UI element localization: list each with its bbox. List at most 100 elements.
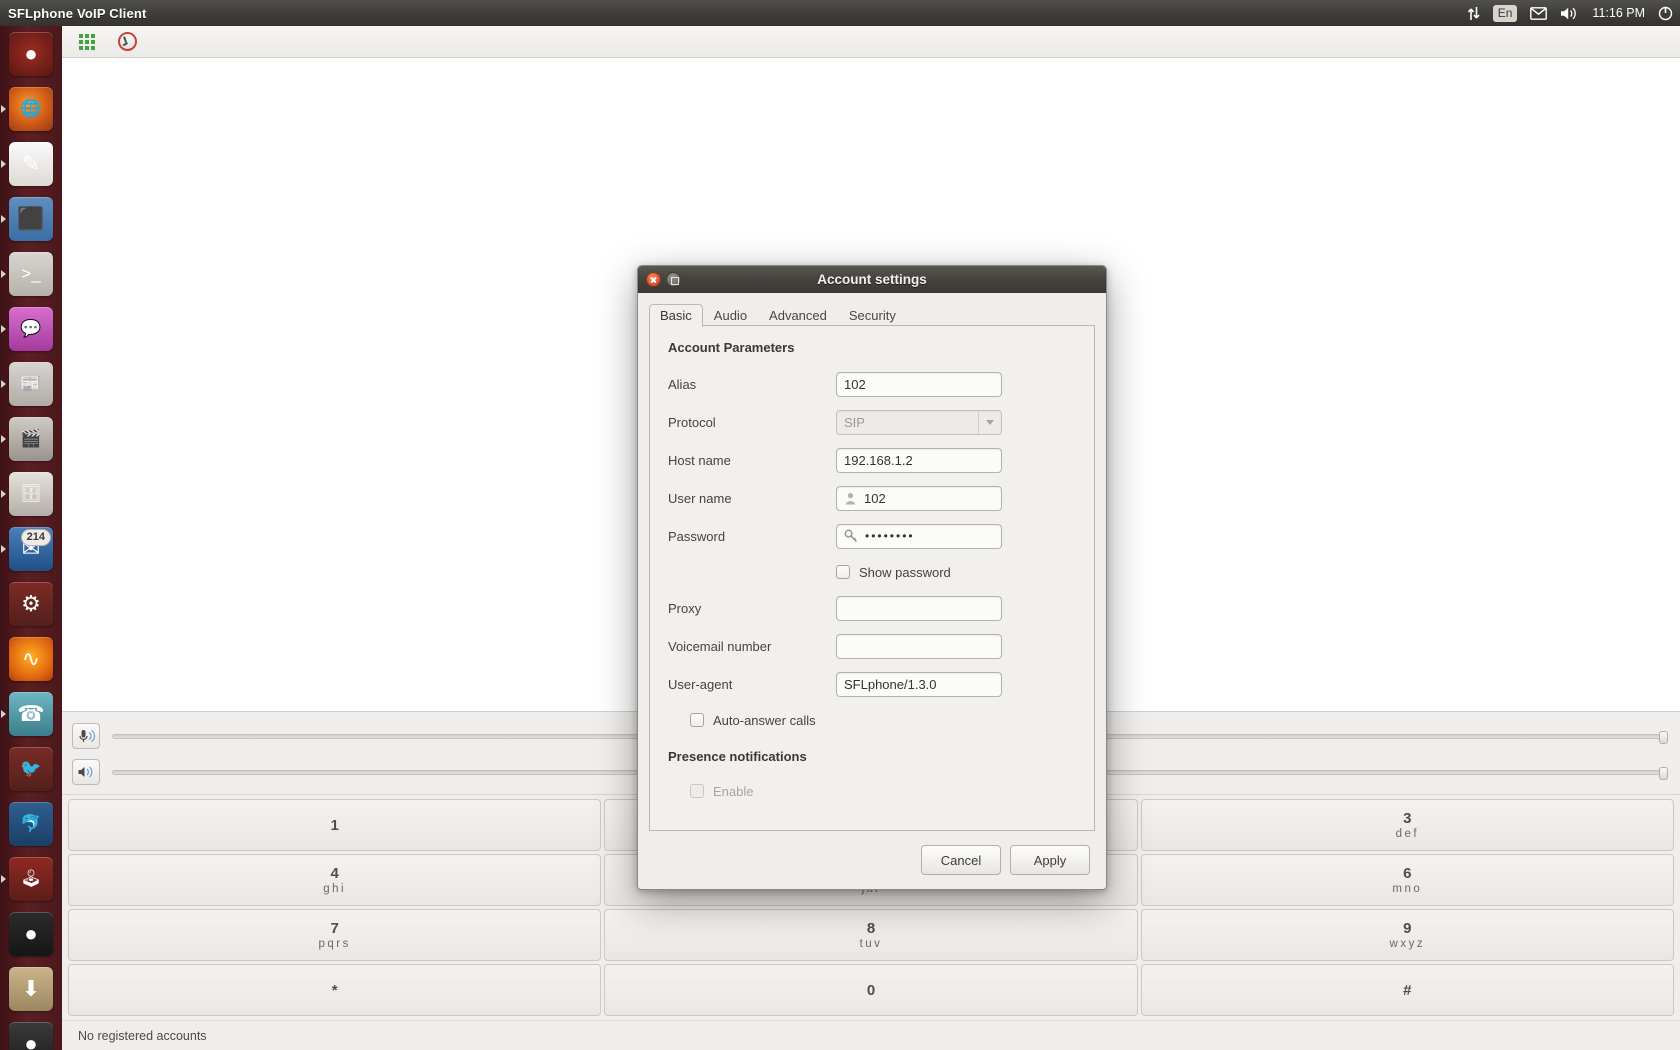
auto-answer-label: Auto-answer calls [713,712,816,728]
file-manager-icon: 🗄 [9,471,53,516]
dialpad-key-1[interactable]: 1 [68,799,602,851]
dialpad-key-9[interactable]: 9 wxyz [1140,909,1674,961]
launcher-item-ubuntu-dash[interactable]: ● [0,26,62,81]
tab-security[interactable]: Security [838,304,907,327]
show-password-checkbox[interactable] [836,565,850,579]
field-value: SIP [844,414,865,430]
field-input-voicemail-number[interactable] [836,633,1002,659]
volume-icon[interactable] [1560,6,1579,21]
close-icon[interactable] [646,272,661,287]
apply-button[interactable]: Apply [1010,845,1090,875]
field-input-alias[interactable]: 102 [836,371,1002,397]
dialpad-key-star[interactable]: * [68,964,602,1016]
field-label: User-agent [668,676,733,692]
icon-glyph: ∿ [21,645,41,671]
launcher-item-pan-newsreader[interactable]: 📰 [0,356,62,411]
launcher-item-system-settings[interactable]: ⚙ [0,576,62,631]
speaker-icon[interactable] [72,759,100,785]
dropdown-separator [978,410,979,434]
launcher-item-bird-app[interactable]: 🐦 [0,741,62,796]
dialpad-key-hash[interactable]: # [1140,964,1674,1016]
maximize-icon[interactable] [666,272,681,287]
key-digit: 9 [1403,920,1412,937]
auto-answer-checkbox[interactable] [690,713,704,727]
icon-glyph: ⬛ [17,205,45,231]
cancel-button[interactable]: Cancel [921,845,1001,875]
launcher-item-sflphone[interactable]: ☎ [0,686,62,741]
launcher-item-virtualbox[interactable]: ⬛ [0,191,62,246]
field-input-host-name[interactable]: 192.168.1.2 [836,447,1002,473]
dialpad-key-0[interactable]: 0 [604,964,1138,1016]
launcher-item-pidgin[interactable]: 💬 [0,301,62,356]
show-password-row[interactable]: Show password [668,555,1076,589]
field-row-alias: Alias 102 [668,365,1076,403]
key-letters: def [1395,828,1420,840]
keyboard-layout-indicator[interactable]: En [1492,4,1518,22]
icon-glyph: 🌐 [20,99,42,118]
section-title-account-parameters: Account Parameters [668,340,795,355]
unity-launcher: ●🌐✎⬛>_💬📰🎬🗄✉214⚙∿☎🐦🐬🕹●⬇●▼ [0,26,62,1050]
launcher-item-stacked-app-2[interactable]: ⬇ [0,961,62,1016]
launcher-item-mysql-workbench[interactable]: 🐬 [0,796,62,851]
firefox-icon: 🌐 [9,86,53,131]
field-row-voicemail-number: Voicemail number [668,627,1076,665]
history-clock-icon[interactable] [114,29,140,55]
dialpad-key-3[interactable]: 3 def [1140,799,1674,851]
launcher-item-stacked-app-1[interactable]: ● [0,906,62,961]
icon-glyph: 🐦 [20,759,42,778]
field-label: Voicemail number [668,638,772,654]
joystick-app-icon: 🕹 [9,856,53,901]
field-input-user-agent[interactable]: SFLphone/1.3.0 [836,671,1002,697]
field-input-protocol: SIP [836,409,1002,435]
tab-basic[interactable]: Basic [649,304,703,327]
status-bar: No registered accounts [62,1020,1680,1050]
launcher-item-firefox[interactable]: 🌐 [0,81,62,136]
clock[interactable]: 11:16 PM [1592,6,1645,20]
launcher-item-video-editor[interactable]: 🎬 [0,411,62,466]
field-input-proxy[interactable] [836,595,1002,621]
mail-icon[interactable] [1530,6,1548,20]
keypad-icon[interactable] [74,29,100,55]
launcher-item-audio-tool[interactable]: ∿ [0,631,62,686]
field-input-password[interactable]: •••••••• [836,523,1002,549]
dialpad-key-7[interactable]: 7 pqrs [68,909,602,961]
tab-audio[interactable]: Audio [703,304,758,327]
sflphone-icon: ☎ [9,691,53,736]
power-icon[interactable] [1658,6,1673,21]
launcher-item-thunderbird[interactable]: ✉ 214 [0,521,62,576]
system-settings-icon: ⚙ [9,581,53,626]
dialpad-key-6[interactable]: 6 mno [1140,854,1674,906]
panel-indicators: En 11:16 PM [1467,4,1680,22]
launcher-item-terminal[interactable]: >_ [0,246,62,301]
field-input-user-name[interactable]: 102 [836,485,1002,511]
launcher-item-document-editor[interactable]: ✎ [0,136,62,191]
launcher-item-joystick-app[interactable]: 🕹 [0,851,62,906]
network-icon[interactable] [1467,6,1480,21]
presence-enable-checkbox [690,784,704,798]
launcher-item-stacked-app-3[interactable]: ● [0,1016,62,1050]
unity-top-panel: SFLphone VoIP Client En 11:16 PM [0,0,1680,26]
launcher-item-file-manager[interactable]: 🗄 [0,466,62,521]
document-editor-icon: ✎ [9,141,53,186]
field-row-protocol: Protocol SIP [668,403,1076,441]
dialog-action-buttons: Cancel Apply [638,831,1106,889]
field-value: 192.168.1.2 [844,452,913,468]
key-digit: 6 [1403,865,1412,882]
icon-glyph: 🗄 [20,484,42,503]
dialog-tabs: Basic Audio Advanced Security [649,301,1095,327]
icon-glyph: ☎ [17,700,45,726]
app-toolbar [62,26,1680,58]
terminal-icon: >_ [9,251,53,296]
tab-advanced[interactable]: Advanced [758,304,838,327]
virtualbox-icon: ⬛ [9,196,53,241]
microphone-icon[interactable] [72,723,100,749]
dialpad-key-8[interactable]: 8 tuv [604,909,1138,961]
dialpad-key-4[interactable]: 4 ghi [68,854,602,906]
icon-glyph: ⚙ [21,590,41,616]
mysql-workbench-icon: 🐬 [9,801,53,846]
field-label: Password [668,528,726,544]
dialog-titlebar[interactable]: Account settings [638,266,1106,293]
auto-answer-row[interactable]: Auto-answer calls [668,703,1076,737]
bird-app-icon: 🐦 [9,746,53,791]
account-fields-group-1: Alias 102 Protocol SIP Host name 192.168.1.2 U… [668,365,1076,555]
